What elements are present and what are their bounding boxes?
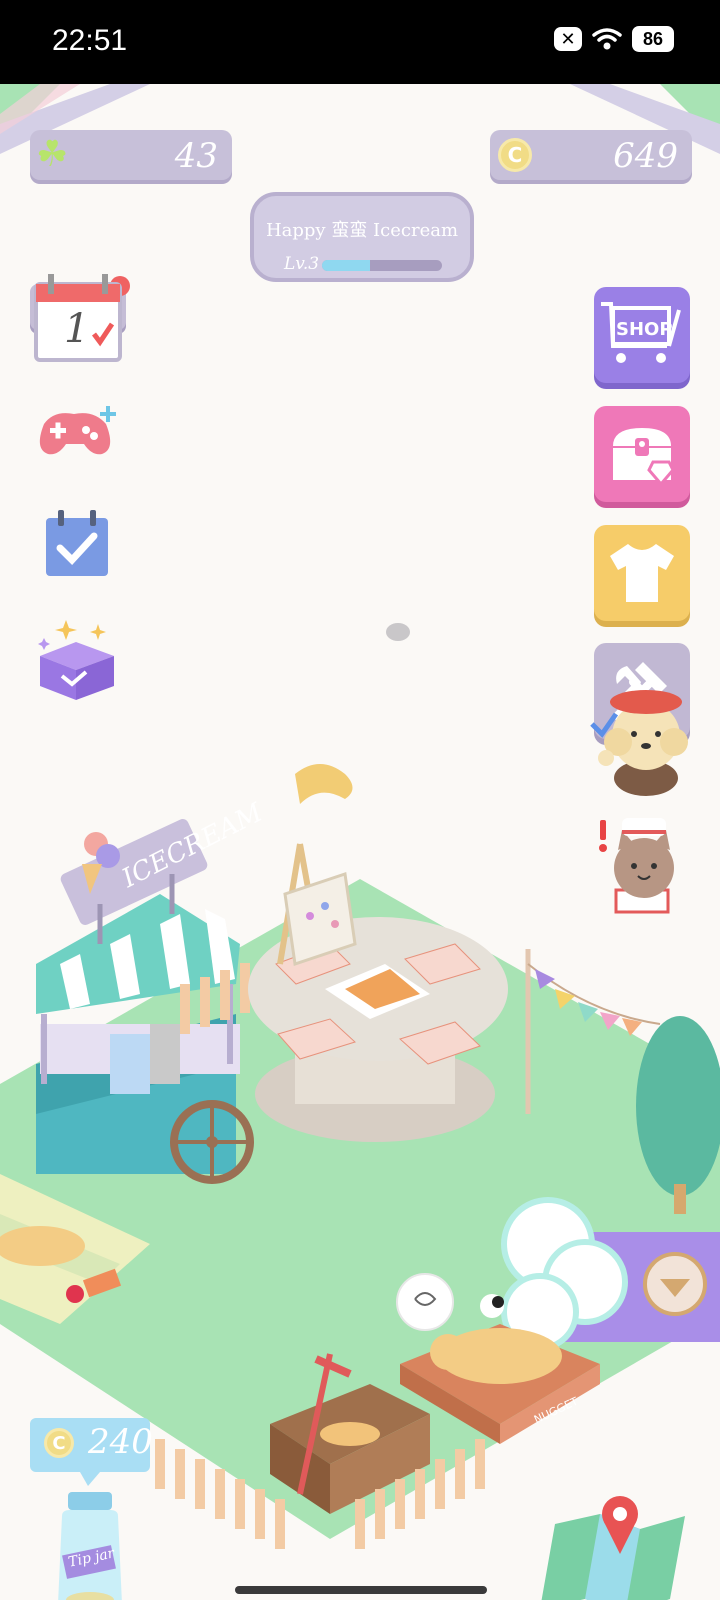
status-icons: ✕ 86: [554, 26, 674, 52]
shop-label: SHOP: [616, 319, 673, 340]
poodle-icon: [590, 690, 688, 796]
gift-box-icon: [38, 620, 114, 700]
clover-icon: ☘: [36, 134, 69, 175]
coin-count: 649: [613, 136, 678, 176]
t-shirt-icon: [610, 544, 674, 602]
coin-counter: C 649: [490, 130, 692, 180]
wardrobe-button[interactable]: [594, 525, 690, 621]
coin-icon: C: [498, 138, 532, 172]
wifi-icon: [592, 28, 622, 50]
world-map-button[interactable]: [540, 1494, 690, 1600]
notification-off-icon: ✕: [554, 27, 582, 51]
player-level: Lv.3: [284, 254, 320, 274]
battery-level: 86: [642, 28, 664, 49]
clover-counter: ☘ 43: [30, 130, 232, 180]
cat-chef-icon: [599, 818, 674, 914]
game-area[interactable]: ICECREAM NUGGET ☘ 43 Happy 蛮蛮 Icecream L…: [0, 84, 720, 1600]
gamepad-icon: [39, 406, 116, 455]
shop-button[interactable]: SHOP: [594, 287, 690, 383]
tip-jar-button[interactable]: Tip jar: [52, 1492, 128, 1600]
player-name: Happy 蛮蛮 Icecream: [265, 220, 459, 241]
tip-jar-coin-bubble: C 240: [30, 1418, 153, 1472]
tasks-button[interactable]: [46, 510, 110, 578]
player-info-panel[interactable]: Happy 蛮蛮 Icecream Lv.3: [250, 192, 474, 282]
npc-poodle-portrait[interactable]: [588, 676, 692, 796]
level-progress-fill: [322, 260, 370, 271]
clover-count: 43: [174, 136, 218, 176]
gift-box-button[interactable]: [36, 614, 118, 702]
status-bar: 22:51 ✕ 86: [0, 0, 720, 84]
mini-games-button[interactable]: [34, 404, 124, 464]
status-time: 22:51: [52, 24, 128, 57]
treasure-chest-icon: [613, 428, 675, 486]
thought-bubble: [396, 1273, 454, 1331]
calendar-day: 1: [64, 306, 90, 352]
tip-jar-coins: 240: [88, 1422, 153, 1462]
battery-icon: 86: [632, 26, 674, 52]
treasure-chest-button[interactable]: [594, 406, 690, 502]
task-checklist-icon: [46, 510, 108, 576]
npc-cat-chef-portrait[interactable]: [596, 806, 692, 916]
round-stone-table: [248, 917, 508, 1142]
level-progress-bar: [322, 260, 442, 271]
jar-icon: [58, 1492, 122, 1600]
painting-easel: [277, 764, 357, 966]
bubble-pointer-icon: [80, 1472, 100, 1486]
daily-checkin-button[interactable]: 1: [34, 272, 124, 362]
small-rock: [386, 623, 410, 641]
coin-icon: C: [44, 1428, 74, 1458]
home-indicator[interactable]: [235, 1586, 487, 1594]
